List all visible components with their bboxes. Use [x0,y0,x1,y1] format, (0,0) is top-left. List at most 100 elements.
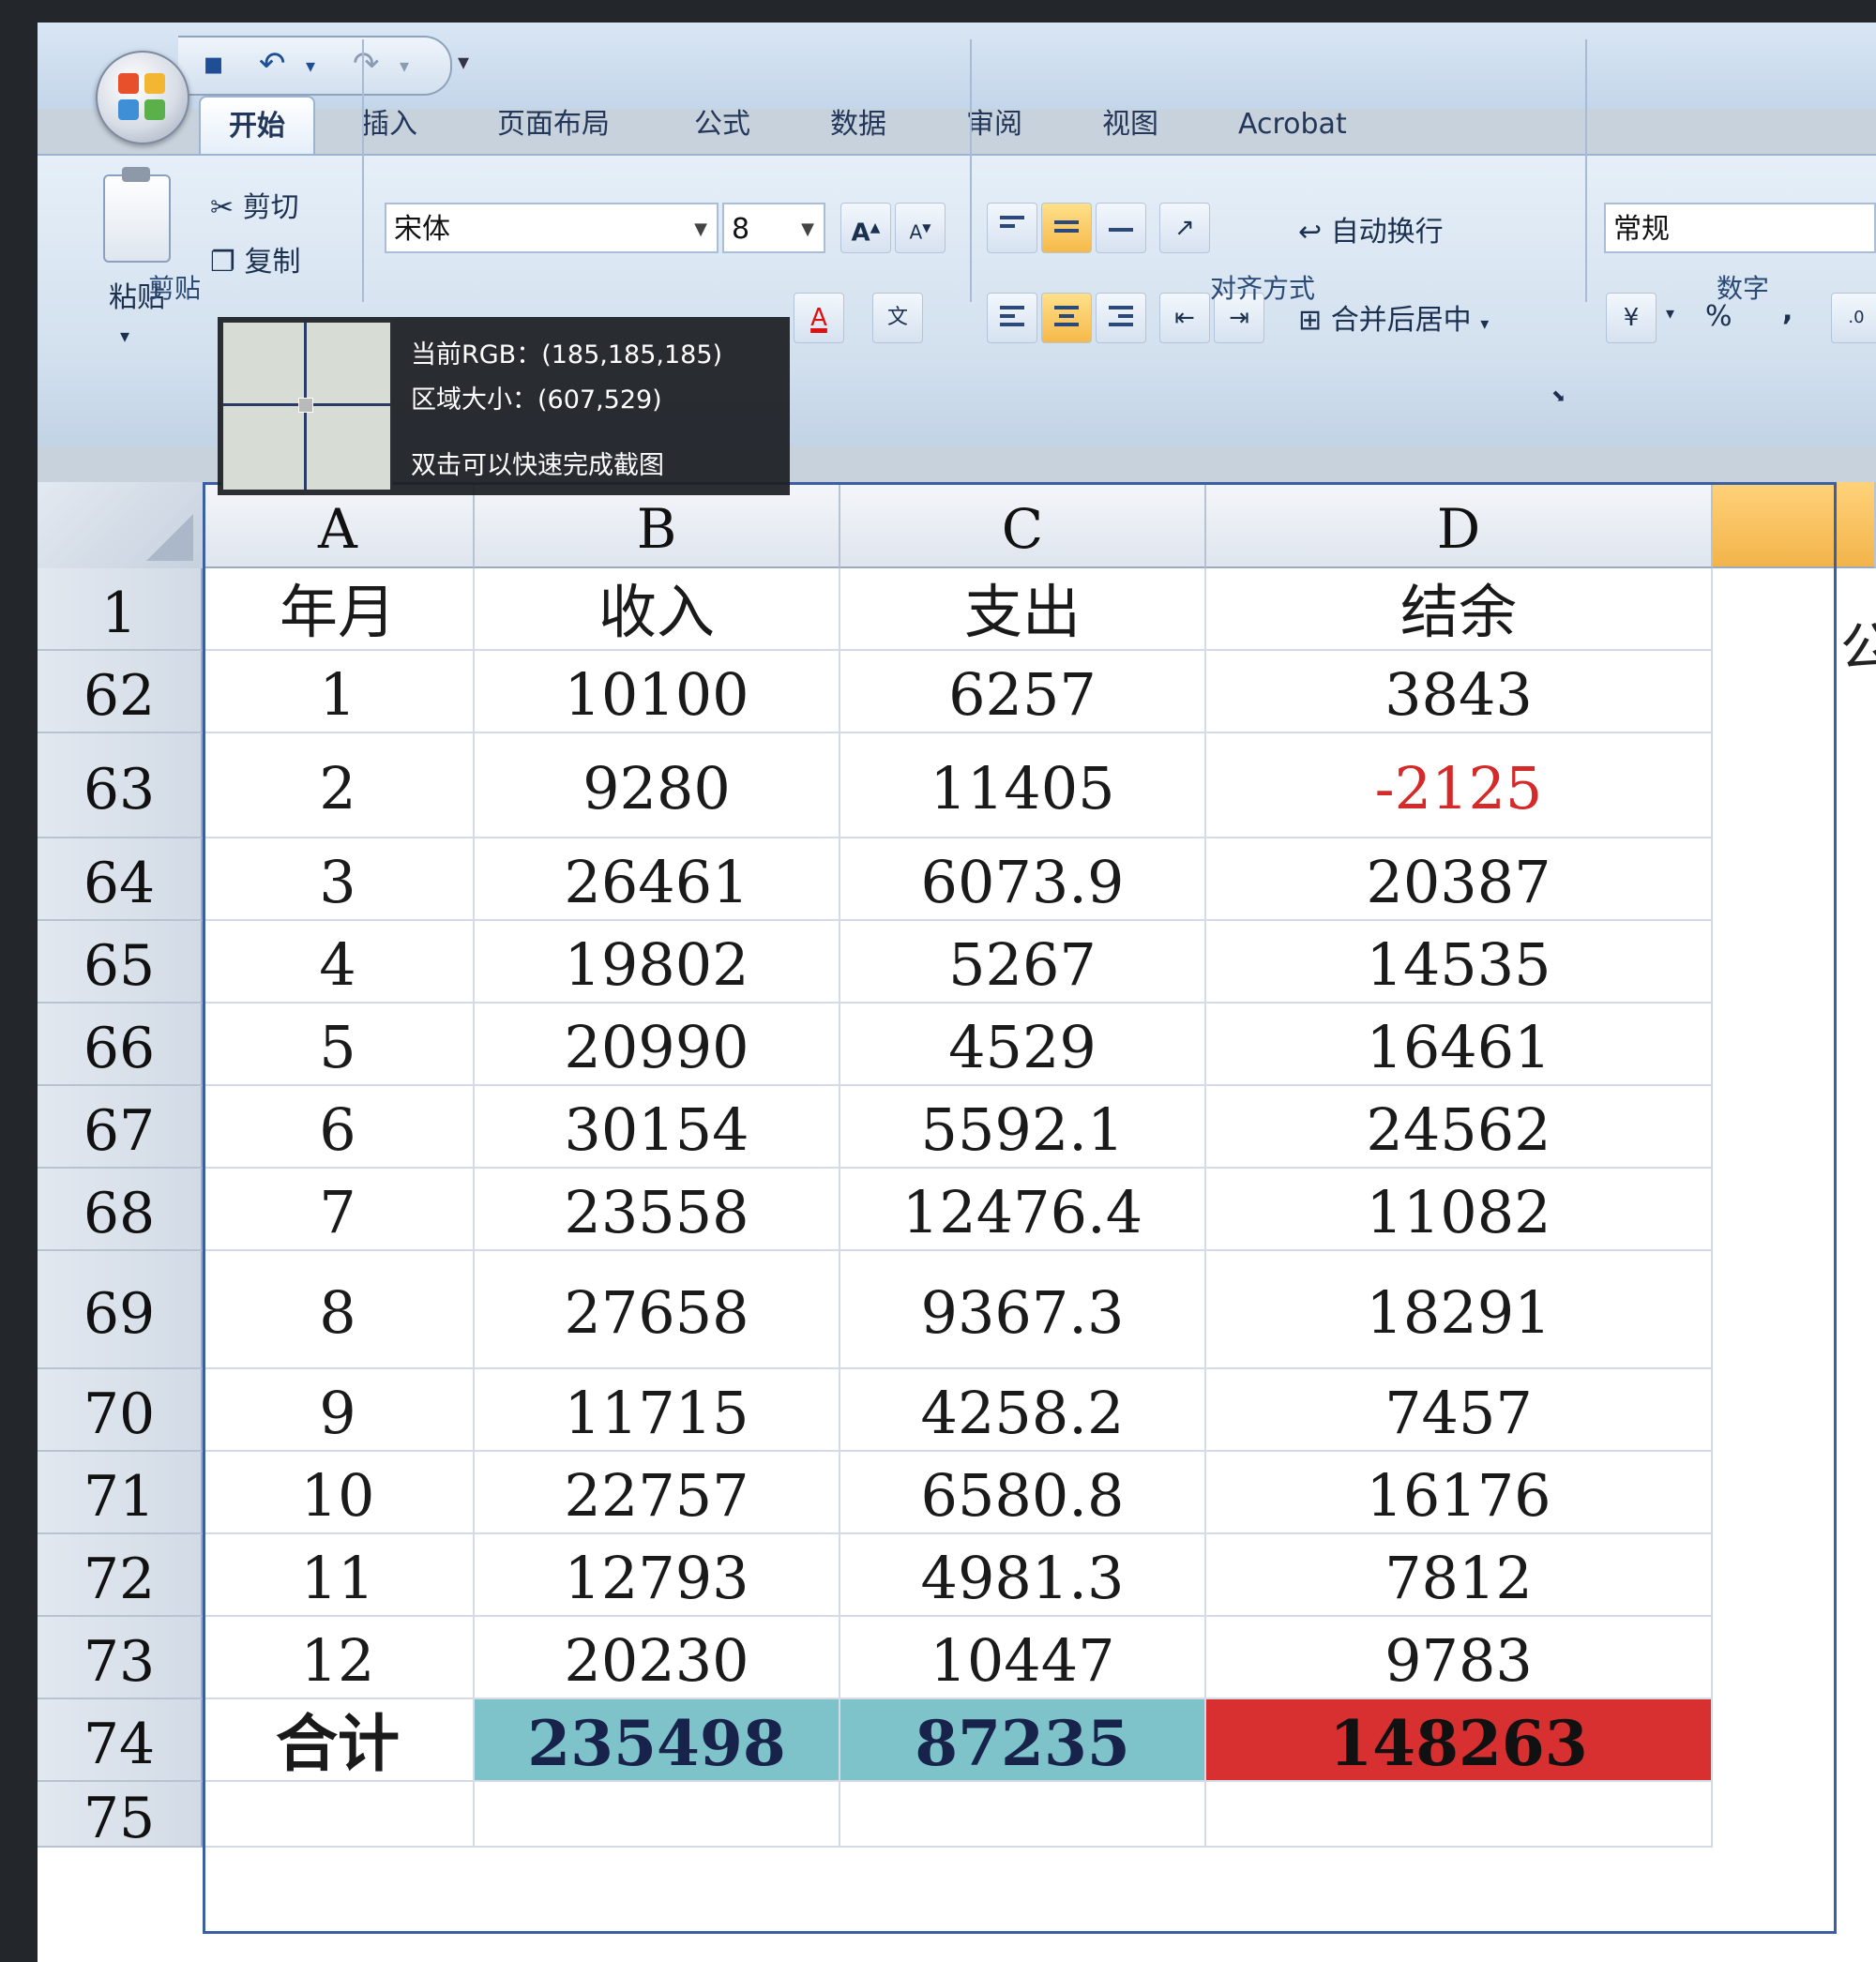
chevron-down-icon[interactable]: ▾ [1666,304,1674,324]
shrink-font-icon[interactable]: A▼ [895,203,946,253]
table-cell[interactable]: 23558 [475,1169,840,1251]
align-right-icon[interactable] [1096,293,1146,343]
align-middle-icon[interactable] [1041,203,1092,253]
grow-font-icon[interactable]: A▲ [840,203,891,253]
table-cell[interactable] [203,1782,475,1848]
tab-review[interactable]: 审阅 [966,96,1022,154]
table-cell[interactable]: 8 [203,1251,475,1369]
table-cell[interactable]: 11405 [840,733,1206,838]
row-header[interactable]: 68 [38,1169,203,1251]
table-cell[interactable]: 5267 [840,921,1206,1004]
table-cell[interactable]: 9783 [1206,1617,1713,1699]
tab-acrobat[interactable]: Acrobat [1238,96,1347,154]
table-cell[interactable]: 16176 [1206,1452,1713,1534]
header-cell[interactable]: 收入 [475,568,840,651]
row-header[interactable]: 63 [38,733,203,838]
redo-icon[interactable]: ↷ [353,45,380,83]
total-label-cell[interactable]: 合计 [203,1699,475,1782]
table-cell[interactable]: 24562 [1206,1086,1713,1169]
paste-dropdown-icon[interactable]: ▾ [120,324,129,347]
wrap-text-button[interactable]: ↩ 自动换行 [1298,208,1444,249]
phonetic-icon[interactable]: 文 [872,293,923,343]
merge-center-button[interactable]: ⊞ 合并后居中 ▾ [1298,296,1489,338]
row-header[interactable]: 1 [38,568,203,651]
save-icon[interactable]: ▪ [203,45,224,83]
row-header[interactable]: 74 [38,1699,203,1782]
tab-insert[interactable]: 插入 [361,96,417,154]
table-cell[interactable]: 11082 [1206,1169,1713,1251]
table-cell[interactable]: 10100 [475,651,840,733]
table-cell[interactable]: 6 [203,1086,475,1169]
table-cell[interactable]: 27658 [475,1251,840,1369]
table-cell[interactable]: 9280 [475,733,840,838]
alignment-dialog-launcher-icon[interactable]: ⬊ [1551,386,1566,406]
tab-home[interactable]: 开始 [199,96,315,156]
table-cell[interactable]: 12476.4 [840,1169,1206,1251]
undo-dropdown-icon[interactable]: ▾ [306,54,315,77]
currency-format-icon[interactable]: ¥ [1606,293,1657,343]
table-cell[interactable]: 16461 [1206,1004,1713,1086]
table-cell[interactable]: 2 [203,733,475,838]
align-top-icon[interactable] [987,203,1037,253]
cut-button[interactable]: ✂ 剪切 [210,184,299,225]
row-header[interactable]: 73 [38,1617,203,1699]
table-cell[interactable]: 3 [203,838,475,921]
row-header[interactable]: 72 [38,1534,203,1617]
comma-style-button[interactable]: , [1782,294,1793,327]
table-cell[interactable]: 12793 [475,1534,840,1617]
row-header[interactable]: 65 [38,921,203,1004]
table-cell[interactable]: -2125 [1206,733,1713,838]
table-cell[interactable]: 7812 [1206,1534,1713,1617]
table-cell[interactable]: 4 [203,921,475,1004]
table-cell[interactable] [475,1782,840,1848]
table-cell[interactable]: 4981.3 [840,1534,1206,1617]
table-cell[interactable]: 20230 [475,1617,840,1699]
font-size-combo[interactable]: 8 ▼ [722,203,825,253]
table-cell[interactable]: 11715 [475,1369,840,1452]
table-cell[interactable]: 6580.8 [840,1452,1206,1534]
table-cell[interactable]: 10447 [840,1617,1206,1699]
table-cell[interactable]: 22757 [475,1452,840,1534]
row-header[interactable]: 64 [38,838,203,921]
header-cell[interactable]: 年月 [203,568,475,651]
align-bottom-icon[interactable] [1096,203,1146,253]
table-cell[interactable]: 30154 [475,1086,840,1169]
undo-icon[interactable]: ↶ [259,45,286,83]
office-button[interactable] [96,51,189,144]
table-cell[interactable] [840,1782,1206,1848]
table-cell[interactable]: 14535 [1206,921,1713,1004]
table-cell[interactable]: 3843 [1206,651,1713,733]
header-cell[interactable]: 结余 [1206,568,1713,651]
table-cell[interactable]: 19802 [475,921,840,1004]
total-cell[interactable]: 235498 [475,1699,840,1782]
row-header[interactable]: 75 [38,1782,203,1851]
table-cell[interactable]: 9367.3 [840,1251,1206,1369]
row-header[interactable]: 69 [38,1251,203,1369]
align-center-icon[interactable] [1041,293,1092,343]
header-cell[interactable]: 支出 [840,568,1206,651]
align-left-icon[interactable] [987,293,1037,343]
table-cell[interactable]: 5 [203,1004,475,1086]
row-header[interactable]: 67 [38,1086,203,1169]
table-cell[interactable]: 26461 [475,838,840,921]
customize-qat-icon[interactable]: ▾ [458,49,469,75]
row-header[interactable]: 62 [38,651,203,733]
text-orientation-icon[interactable]: ↗ [1159,203,1210,253]
table-cell[interactable] [1206,1782,1713,1848]
font-name-combo[interactable]: 宋体 ▼ [385,203,719,253]
redo-dropdown-icon[interactable]: ▾ [400,54,409,77]
paste-icon[interactable] [103,167,171,263]
column-header-c[interactable]: C [840,482,1206,568]
row-header[interactable]: 71 [38,1452,203,1534]
table-cell[interactable]: 20990 [475,1004,840,1086]
row-header[interactable]: 70 [38,1369,203,1452]
column-header-e[interactable] [1713,482,1876,568]
table-cell[interactable]: 7 [203,1169,475,1251]
table-cell[interactable]: 7457 [1206,1369,1713,1452]
table-cell[interactable]: 1 [203,651,475,733]
tab-page-layout[interactable]: 页面布局 [497,96,610,154]
table-cell[interactable]: 10 [203,1452,475,1534]
tab-view[interactable]: 视图 [1102,96,1158,154]
table-cell[interactable]: 5592.1 [840,1086,1206,1169]
table-cell[interactable]: 4258.2 [840,1369,1206,1452]
